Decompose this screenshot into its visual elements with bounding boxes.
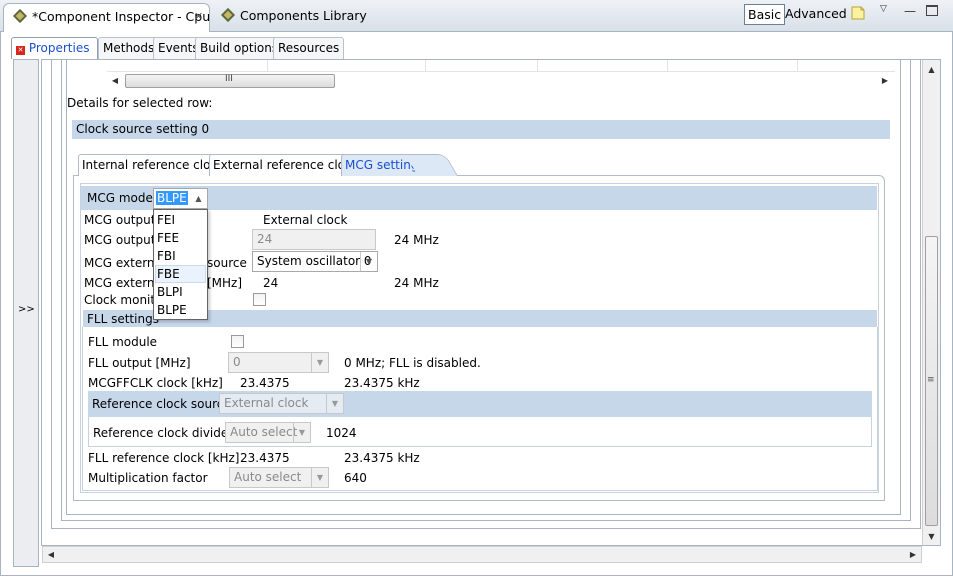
mcg-mode-select[interactable]: BLPE ▲ bbox=[153, 188, 208, 209]
mcg-output-freq-input[interactable]: 24 bbox=[252, 229, 376, 250]
chip-icon bbox=[220, 7, 236, 23]
chevron-down-icon: ▼ bbox=[311, 468, 328, 487]
note-icon[interactable] bbox=[850, 5, 866, 21]
table-horizontal-scrollbar[interactable]: ◀ III ▶ bbox=[107, 73, 895, 90]
tab-properties-label: Properties bbox=[28, 41, 90, 55]
ref-divider-select[interactable]: Auto select ▼ bbox=[225, 422, 311, 443]
ref-source-label: Reference clock source bbox=[92, 397, 231, 411]
chevron-down-icon: ▼ bbox=[293, 423, 310, 442]
error-icon: ✕ bbox=[16, 46, 25, 55]
mcg-mode-dropdown: FEI FEE FBI FBE BLPI BLPE bbox=[153, 209, 208, 320]
chevron-down-icon: ▼ bbox=[311, 353, 328, 372]
mcg-ext-source-select[interactable]: System oscillator 0 ▼ bbox=[252, 251, 378, 272]
chevron-up-icon: ▲ bbox=[195, 194, 202, 203]
mcg-ext-freq-text: 24 MHz bbox=[394, 276, 439, 290]
mcg-ext-source-label: MCG externa bbox=[84, 256, 162, 270]
mcgffclk-value: 23.4375 bbox=[240, 376, 290, 390]
advanced-mode-button[interactable]: Advanced bbox=[782, 4, 850, 25]
fll-module-checkbox[interactable] bbox=[231, 335, 244, 348]
scroll-right-icon[interactable]: ▶ bbox=[907, 547, 919, 562]
chip-icon bbox=[12, 8, 28, 24]
chevron-down-icon: ▼ bbox=[360, 252, 377, 271]
fll-title: FLL settings bbox=[87, 312, 159, 326]
tab-internal-reference-clock[interactable]: Internal reference clock bbox=[78, 154, 228, 176]
vertical-scrollbar[interactable]: ▲ ≡ ▼ bbox=[922, 60, 940, 545]
mcgffclk-label: MCGFFCLK clock [kHz] bbox=[88, 376, 223, 390]
mult-factor-value: Auto select bbox=[234, 470, 302, 484]
fll-ref-clock-label: FLL reference clock [kHz] bbox=[88, 451, 240, 465]
ref-divider-text: 1024 bbox=[326, 426, 357, 440]
ref-divider-value: Auto select bbox=[230, 425, 298, 439]
mcg-ext-freq-value: 24 bbox=[263, 276, 279, 290]
scroll-up-icon[interactable]: ▲ bbox=[924, 62, 939, 77]
fll-module-label: FLL module bbox=[88, 335, 158, 349]
scroll-left-icon[interactable]: ◀ bbox=[109, 73, 121, 88]
mcg-ext-freq-label-end: [MHz] bbox=[207, 276, 243, 290]
group-header: Clock source setting 0 bbox=[72, 120, 890, 139]
bottom-horizontal-scrollbar[interactable]: ◀ ▶ bbox=[42, 546, 922, 563]
mult-factor-text: 640 bbox=[344, 471, 367, 485]
basic-mode-button[interactable]: Basic bbox=[744, 4, 786, 25]
ref-source-row: Reference clock source bbox=[88, 391, 872, 417]
mcg-output-value: External clock bbox=[263, 213, 348, 227]
scroll-left-icon[interactable]: ◀ bbox=[45, 547, 57, 562]
minimize-icon[interactable]: — bbox=[904, 4, 916, 18]
fll-output-value: 0 bbox=[233, 355, 241, 369]
mcgffclk-text: 23.4375 kHz bbox=[344, 376, 420, 390]
fll-output-text: 0 MHz; FLL is disabled. bbox=[344, 356, 481, 370]
fll-output-select[interactable]: 0 ▼ bbox=[228, 352, 329, 373]
dropdown-option-fee[interactable]: FEE bbox=[155, 229, 206, 247]
ref-source-value: External clock bbox=[224, 396, 309, 410]
clock-monitor-checkbox[interactable] bbox=[253, 293, 266, 306]
mult-factor-select[interactable]: Auto select ▼ bbox=[229, 467, 329, 488]
scroll-right-icon[interactable]: ▶ bbox=[879, 73, 891, 88]
mcg-output-label: MCG output bbox=[84, 213, 156, 227]
mcg-output-freq-text: 24 MHz bbox=[394, 233, 439, 247]
tab-external-reference-clock[interactable]: External reference clock bbox=[209, 154, 363, 176]
dropdown-option-blpe[interactable]: BLPE bbox=[155, 301, 206, 319]
dropdown-option-fbi[interactable]: FBI bbox=[155, 247, 206, 265]
tab-components-library[interactable]: Components Library bbox=[212, 3, 367, 32]
details-label: Details for selected row: bbox=[67, 96, 213, 110]
mcg-mode-value: BLPE bbox=[156, 191, 188, 205]
mcg-mode-label: MCG mode bbox=[87, 191, 153, 205]
dropdown-option-fei[interactable]: FEI bbox=[155, 211, 206, 229]
fll-ref-clock-text: 23.4375 kHz bbox=[344, 451, 420, 465]
tab-methods[interactable]: Methods bbox=[98, 37, 160, 59]
clock-monitor-label: Clock monito bbox=[84, 293, 163, 307]
mcg-output-freq-label: MCG output bbox=[84, 233, 156, 247]
table-rows-area bbox=[107, 60, 895, 72]
ref-source-select[interactable]: External clock ▼ bbox=[219, 393, 344, 414]
scroll-grip-icon: ≡ bbox=[927, 375, 935, 385]
close-tab-icon[interactable]: ✕ bbox=[194, 4, 203, 30]
tab-resources[interactable]: Resources bbox=[273, 37, 345, 59]
tab-components-library-label: Components Library bbox=[240, 8, 367, 23]
fll-ref-clock-value: 23.4375 bbox=[240, 451, 290, 465]
mult-factor-label: Multiplication factor bbox=[88, 471, 208, 485]
tab-properties[interactable]: ✕ Properties bbox=[11, 37, 98, 59]
mcg-ext-freq-label: MCG externa bbox=[84, 276, 162, 290]
mcg-ext-source-value: System oscillator 0 bbox=[257, 254, 372, 268]
maximize-icon[interactable] bbox=[926, 5, 938, 16]
tab-build-options[interactable]: Build options bbox=[195, 37, 284, 59]
scroll-grip-label: III bbox=[225, 74, 233, 84]
chevron-down-icon: ▼ bbox=[326, 394, 343, 413]
tab-component-inspector[interactable]: *Component Inspector - Cpu ✕ bbox=[3, 3, 210, 32]
scroll-down-icon[interactable]: ▼ bbox=[924, 529, 939, 544]
ref-divider-label: Reference clock divider bbox=[93, 426, 234, 440]
dropdown-option-blpi[interactable]: BLPI bbox=[155, 283, 206, 301]
tab-component-inspector-label: *Component Inspector - Cpu bbox=[32, 9, 211, 24]
dropdown-option-fbe[interactable]: FBE bbox=[155, 265, 206, 283]
view-menu-icon[interactable]: ▽ bbox=[880, 4, 887, 14]
group-title: Clock source setting 0 bbox=[76, 122, 210, 136]
expand-panel-button[interactable]: >> bbox=[18, 304, 35, 315]
mcg-ext-source-label-end: source bbox=[207, 256, 247, 270]
left-panel: >> bbox=[13, 59, 39, 567]
fll-output-label: FLL output [MHz] bbox=[88, 356, 191, 370]
